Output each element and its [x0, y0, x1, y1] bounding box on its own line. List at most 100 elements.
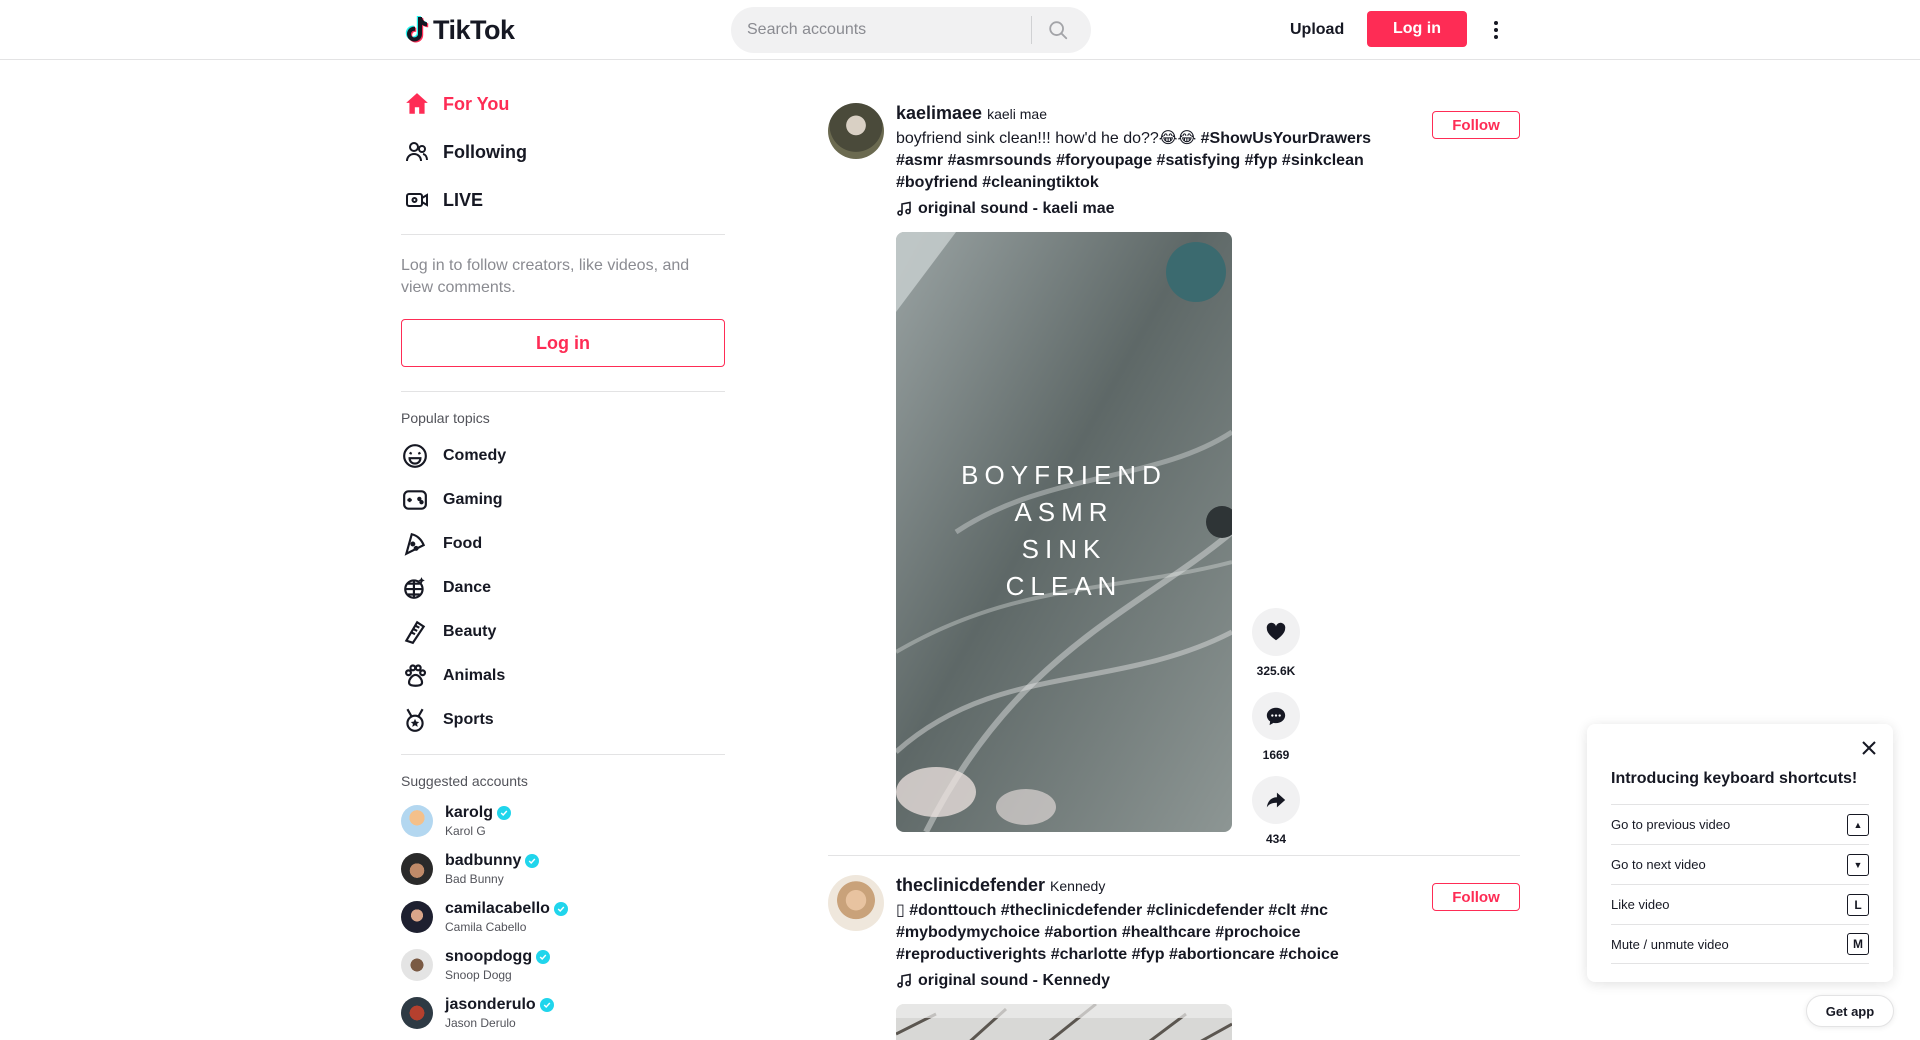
suggested-account[interactable]: badbunny Bad Bunny	[401, 845, 725, 893]
post-author: theclinicdefender Kennedy	[896, 875, 1520, 896]
sidebar-login-button[interactable]: Log in	[401, 319, 725, 367]
account-username: camilacabello	[445, 900, 550, 917]
search-icon	[1049, 21, 1068, 40]
post-author-avatar[interactable]	[828, 875, 884, 931]
animals-icon	[401, 662, 429, 690]
feed-divider	[828, 855, 1520, 856]
m-key-icon: M	[1847, 933, 1869, 955]
nav-for-you[interactable]: For You	[401, 80, 725, 128]
post-author-avatar[interactable]	[828, 103, 884, 159]
topic-animals[interactable]: Animals	[401, 654, 725, 698]
post-display-name: kaeli mae	[987, 106, 1047, 122]
close-popup-button[interactable]	[1859, 738, 1879, 758]
search-input[interactable]	[731, 21, 1031, 39]
post-display-name: Kennedy	[1050, 878, 1106, 894]
keyboard-shortcuts-popup: Introducing keyboard shortcuts! Go to pr…	[1587, 724, 1893, 982]
left-sidebar: For You Following LIVE Log in to follow …	[401, 60, 725, 1037]
top-header: TikTok Upload Log in	[0, 0, 1920, 60]
topic-label: Comedy	[443, 447, 507, 464]
topic-sports[interactable]: Sports	[401, 698, 725, 742]
sound-name: original sound - Kennedy	[918, 972, 1111, 989]
follow-button[interactable]: Follow	[1432, 883, 1520, 911]
suggested-account[interactable]: karolg Karol G	[401, 797, 725, 845]
post-username[interactable]: theclinicdefender	[896, 875, 1045, 896]
get-app-button[interactable]: Get app	[1806, 995, 1894, 1027]
login-hint-text: Log in to follow creators, like videos, …	[401, 257, 690, 296]
like-count: 325.6K	[1256, 664, 1296, 678]
post-video[interactable]: BOYFRIEND ASMR SINK CLEAN	[896, 232, 1232, 832]
topic-label: Animals	[443, 667, 506, 684]
post-actions: 325.6K 1669 434	[1252, 608, 1300, 860]
post-author: kaelimaee kaeli mae	[896, 103, 1520, 124]
suggested-account[interactable]: camilacabello Camila Cabello	[401, 893, 725, 941]
comment-count: 1669	[1262, 748, 1290, 762]
post-username[interactable]: kaelimaee	[896, 103, 982, 124]
sidebar-divider	[401, 234, 725, 235]
verified-icon	[536, 950, 551, 964]
upload-link[interactable]: Upload	[1290, 16, 1344, 44]
account-username: jasonderulo	[445, 996, 536, 1013]
popular-topics-title: Popular topics	[401, 410, 490, 426]
shortcut-label: Go to previous video	[1611, 817, 1731, 832]
search-button[interactable]	[1032, 7, 1084, 53]
post-sound[interactable]: original sound - kaeli mae	[896, 198, 1520, 220]
header-login-button[interactable]: Log in	[1367, 11, 1467, 47]
shortcut-label: Like video	[1611, 897, 1670, 912]
suggested-account[interactable]: snoopdogg Snoop Dogg	[401, 941, 725, 989]
more-dot-icon	[1494, 35, 1498, 39]
shortcut-row: Mute / unmute video M	[1611, 924, 1869, 964]
overlay-line: ASMR	[1014, 497, 1114, 527]
like-button[interactable]	[1252, 608, 1300, 656]
l-key-icon: L	[1847, 893, 1869, 916]
account-username: karolg	[445, 804, 494, 821]
verified-icon	[525, 854, 540, 868]
avatar	[401, 901, 433, 933]
verified-icon	[553, 902, 568, 916]
caption-hashtags[interactable]: #donttouch #theclinicdefender #clinicdef…	[896, 902, 1339, 963]
follow-button[interactable]: Follow	[1432, 111, 1520, 139]
heart-icon	[1266, 622, 1286, 641]
music-note-icon	[897, 201, 911, 216]
post-video[interactable]	[896, 1004, 1232, 1040]
popup-title: Introducing keyboard shortcuts!	[1611, 770, 1858, 787]
topic-label: Beauty	[443, 623, 497, 640]
account-username: snoopdogg	[445, 948, 533, 965]
topic-comedy[interactable]: Comedy	[401, 434, 725, 478]
comment-button[interactable]	[1252, 692, 1300, 740]
post-caption: boyfriend sink clean!!! how'd he do??😂😂 …	[896, 128, 1416, 194]
topic-label: Food	[443, 535, 483, 552]
avatar	[401, 805, 433, 837]
share-button[interactable]	[1252, 776, 1300, 824]
sidebar-divider	[401, 754, 725, 755]
topic-dance[interactable]: Dance	[401, 566, 725, 610]
caption-text: boyfriend sink clean!!! how'd he do??😂😂	[896, 130, 1201, 147]
more-menu-button[interactable]	[1488, 16, 1504, 44]
food-icon	[401, 530, 429, 558]
tiktok-logo[interactable]: TikTok	[405, 14, 515, 46]
topic-label: Dance	[443, 579, 492, 596]
nav-following[interactable]: Following	[401, 128, 725, 176]
sound-name: original sound - kaeli mae	[918, 200, 1115, 217]
post-sound[interactable]: original sound - Kennedy	[896, 970, 1520, 992]
topic-food[interactable]: Food	[401, 522, 725, 566]
dance-icon	[401, 574, 429, 602]
comment-icon	[1266, 707, 1286, 726]
avatar	[401, 853, 433, 885]
people-icon	[403, 138, 431, 166]
verified-icon	[539, 998, 554, 1012]
gaming-icon	[401, 486, 429, 514]
arrow-up-key-icon: ▲	[1847, 813, 1869, 836]
close-icon	[1862, 741, 1876, 755]
tiktok-logo-icon	[405, 16, 429, 43]
suggested-account[interactable]: jasonderulo Jason Derulo	[401, 989, 725, 1037]
suggested-accounts-title: Suggested accounts	[401, 773, 528, 789]
topic-gaming[interactable]: Gaming	[401, 478, 725, 522]
topic-beauty[interactable]: Beauty	[401, 610, 725, 654]
feed-post: theclinicdefender Kennedy ▯ #donttouch #…	[828, 875, 1520, 1040]
sidebar-divider	[401, 391, 725, 392]
share-icon	[1266, 792, 1286, 808]
comedy-icon	[401, 442, 429, 470]
nav-live[interactable]: LIVE	[401, 176, 725, 224]
video-thumbnail	[896, 1004, 1232, 1040]
account-name: Camila Cabello	[445, 920, 527, 934]
